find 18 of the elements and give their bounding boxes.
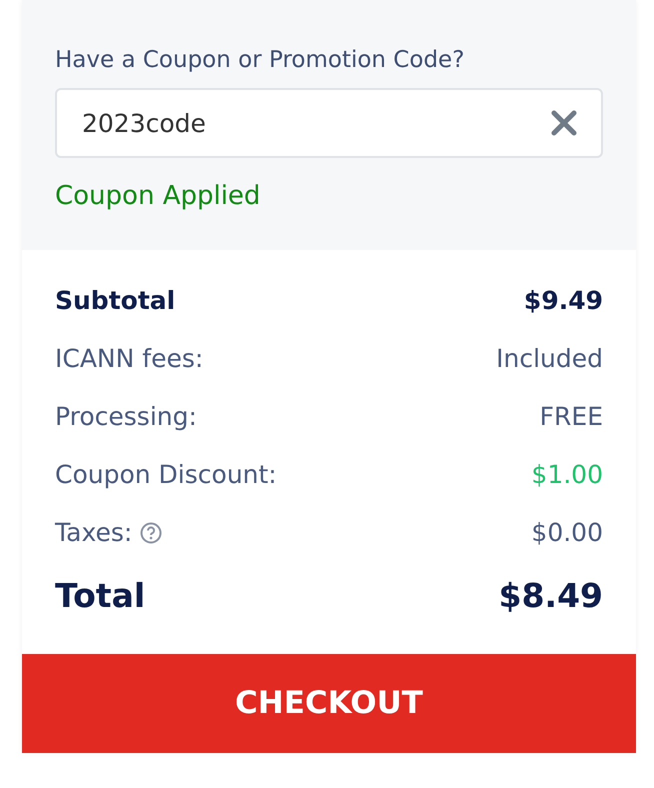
summary-value: $9.49 [524,285,603,318]
summary-label: Total [55,575,146,618]
summary-value: Included [496,343,603,376]
coupon-label: Have a Coupon or Promotion Code? [55,46,466,75]
help-icon[interactable] [140,522,162,544]
clear-icon[interactable] [549,108,579,138]
summary-label: Processing: [55,401,197,434]
coupon-status: Coupon Applied [55,180,262,213]
summary-value: $0.00 [531,517,603,550]
summary-label: Subtotal [55,285,176,318]
coupon-field[interactable]: 2023code [55,88,603,158]
checkout-button[interactable]: CHECKOUT [22,654,636,753]
summary-value: $8.49 [498,575,603,618]
summary-value: FREE [540,401,603,434]
summary-label: ICANN fees: [55,343,204,376]
summary-value: $1.00 [531,459,603,492]
summary-label: Taxes: [55,517,132,550]
summary-label: Coupon Discount: [55,459,277,492]
